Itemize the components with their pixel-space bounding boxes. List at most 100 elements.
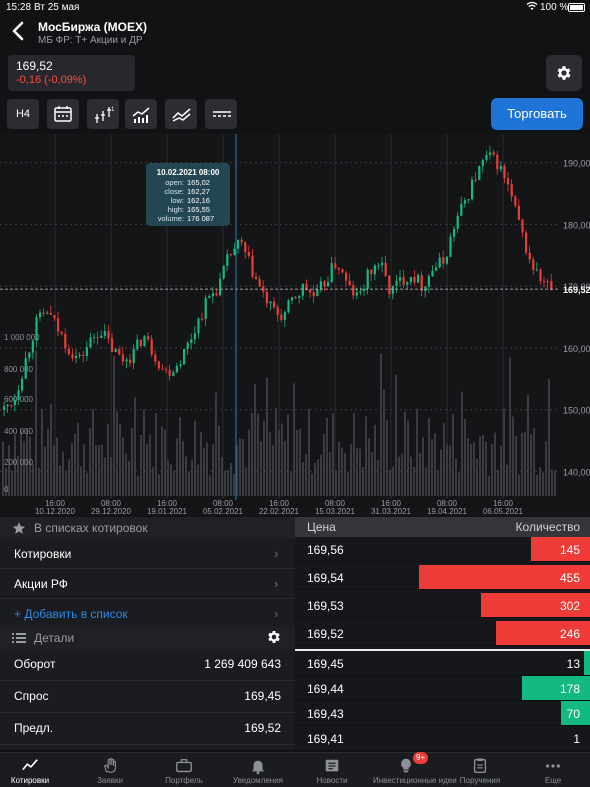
chart-type-button[interactable]: 1 bbox=[87, 99, 119, 129]
volume-bar bbox=[413, 466, 415, 496]
tab-label: Уведомления bbox=[232, 776, 284, 785]
tab-label: Инвестиционные идеи bbox=[373, 776, 457, 785]
ask-row[interactable]: 169,53 302 bbox=[295, 593, 590, 618]
notification-badge: 9+ bbox=[413, 752, 429, 764]
tab-label: Заявки bbox=[97, 776, 123, 785]
volume-bar bbox=[371, 451, 373, 496]
tab-chart-line[interactable]: Котировки bbox=[0, 753, 63, 787]
bid-row[interactable]: 169,45 13 bbox=[295, 651, 590, 676]
ask-row[interactable]: 169,54 455 bbox=[295, 565, 590, 590]
volume-bar bbox=[317, 459, 319, 496]
tab-label: Новости bbox=[316, 776, 348, 785]
tab-bell[interactable]: Уведомления bbox=[225, 753, 291, 787]
volume-bar bbox=[179, 416, 181, 496]
candle-body bbox=[247, 252, 250, 256]
price-chart[interactable]: 190,00180,00170,00160,00150,00140,001 00… bbox=[0, 134, 590, 516]
candle-body bbox=[316, 289, 319, 297]
volume-bar bbox=[152, 467, 154, 496]
y-tick-label: 160,00 bbox=[563, 344, 590, 354]
ask-row[interactable]: 169,56 145 bbox=[295, 537, 590, 562]
candle-body bbox=[413, 276, 416, 283]
x-date-label: 19.01.2021 bbox=[147, 507, 188, 516]
volume-bar bbox=[251, 412, 253, 496]
interval-button[interactable]: H4 bbox=[7, 99, 39, 129]
volume-bar bbox=[263, 420, 265, 496]
candle-body bbox=[197, 318, 200, 334]
tab-lightbulb[interactable]: Инвестиционные идеи 9+ bbox=[373, 752, 457, 787]
volume-bar bbox=[149, 434, 151, 496]
candle-body bbox=[6, 404, 9, 407]
candle-body bbox=[168, 369, 171, 376]
volume-bar bbox=[209, 475, 211, 496]
bell-icon bbox=[251, 760, 265, 775]
detail-label: Спрос bbox=[14, 689, 49, 703]
x-date-label: 31.03.2021 bbox=[371, 507, 412, 516]
bid-row[interactable]: 169,41 1 bbox=[295, 726, 590, 750]
list-icon bbox=[12, 633, 26, 643]
candle-body bbox=[139, 339, 142, 347]
volume-bar bbox=[419, 452, 421, 496]
instrument-title: МосБиржа (MOEX) bbox=[38, 20, 148, 34]
volume-bar bbox=[524, 431, 526, 496]
volume-bar bbox=[374, 424, 376, 496]
tab-hand[interactable]: Заявки bbox=[77, 753, 143, 787]
candle-body bbox=[352, 285, 355, 296]
candle-body bbox=[280, 314, 283, 320]
ask-row[interactable]: 169,52 246 bbox=[295, 621, 590, 646]
volume-bar bbox=[548, 379, 550, 496]
volume-bar bbox=[506, 464, 508, 496]
tab-briefcase[interactable]: Портфель bbox=[151, 753, 217, 787]
candle-body bbox=[337, 268, 340, 270]
indicators-button[interactable] bbox=[125, 99, 157, 129]
add-to-list-button[interactable]: + Добавить в список › bbox=[0, 599, 295, 629]
candle-body bbox=[517, 205, 520, 220]
volume-bar bbox=[47, 428, 49, 496]
candle-body bbox=[402, 277, 405, 285]
candle-body bbox=[312, 292, 315, 297]
compare-button[interactable] bbox=[165, 99, 197, 129]
bid-row[interactable]: 169,43 70 bbox=[295, 701, 590, 726]
volume-bar bbox=[332, 413, 334, 496]
watchlist-item-ru-stocks[interactable]: Акции РФ › bbox=[0, 569, 295, 599]
candle-body bbox=[309, 289, 312, 293]
candle-body bbox=[283, 312, 286, 320]
bid-row[interactable]: 169,44 178 bbox=[295, 676, 590, 701]
tab-clipboard[interactable]: Поручения bbox=[447, 753, 513, 787]
candle-body bbox=[507, 178, 510, 185]
watchlists-section-title: В списках котировок bbox=[34, 521, 148, 535]
candle-body bbox=[499, 165, 502, 170]
volume-bar bbox=[113, 355, 115, 496]
last-price-label: 169,52 bbox=[563, 285, 590, 295]
volume-bar bbox=[116, 411, 118, 496]
volume-bar bbox=[203, 447, 205, 496]
candle-body bbox=[435, 267, 438, 271]
status-date: Вт 25 мая bbox=[34, 2, 80, 13]
volume-bar bbox=[281, 423, 283, 496]
candle-body bbox=[323, 281, 326, 287]
candle-body bbox=[546, 281, 549, 283]
candle-body bbox=[204, 298, 207, 319]
back-button[interactable] bbox=[8, 20, 32, 44]
trade-button[interactable]: Торговать bbox=[491, 98, 583, 130]
order-book-price-header: Цена bbox=[307, 520, 336, 534]
wifi-icon bbox=[526, 1, 538, 10]
candle-body bbox=[521, 219, 524, 233]
candle-body bbox=[82, 354, 85, 356]
volume-bar bbox=[320, 454, 322, 496]
watchlist-item-quotes[interactable]: Котировки › bbox=[0, 539, 295, 569]
tab-more[interactable]: Еще bbox=[520, 753, 586, 787]
tooltip-value: 162,27 bbox=[187, 187, 210, 196]
volume-bar bbox=[359, 448, 361, 496]
tab-label: Еще bbox=[544, 776, 562, 785]
candle-body bbox=[417, 275, 420, 283]
order-book-header: Цена Количество bbox=[295, 517, 590, 537]
volume-bar bbox=[494, 432, 496, 496]
tab-news[interactable]: Новости bbox=[299, 753, 365, 787]
calendar-button[interactable] bbox=[47, 99, 79, 129]
volume-bar bbox=[314, 463, 316, 496]
details-settings-gear-icon[interactable] bbox=[266, 629, 282, 645]
levels-button[interactable] bbox=[205, 99, 237, 129]
candle-body bbox=[219, 278, 222, 296]
y-tick-label: 140,00 bbox=[563, 467, 590, 477]
chart-settings-button[interactable] bbox=[546, 55, 582, 91]
